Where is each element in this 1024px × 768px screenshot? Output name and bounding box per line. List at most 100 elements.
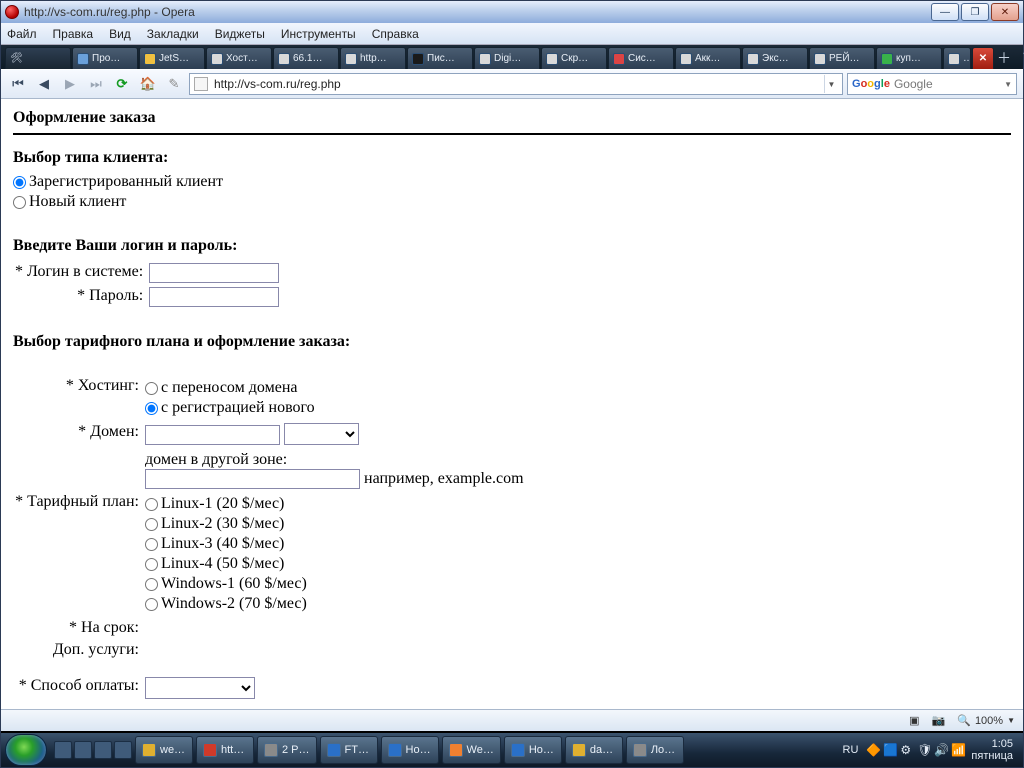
close-tab-button[interactable]: ✕ [972,47,994,69]
close-button[interactable]: ✕ [991,3,1019,21]
tray-icon[interactable]: 🟦 [883,743,897,757]
taskbar-button[interactable]: htt… [196,736,254,764]
radio-plan-3[interactable] [145,538,158,551]
tab[interactable]: http… [340,47,406,69]
maximize-button[interactable]: ❐ [961,3,989,21]
radio-hosting-transfer-label: с переносом домена [161,379,297,397]
menu-widgets[interactable]: Виджеты [215,27,265,41]
taskbar-button[interactable]: We… [442,736,501,764]
search-dropdown-icon[interactable]: ▼ [1004,80,1012,89]
camera-icon[interactable]: ▣ [909,714,919,727]
zoom-control[interactable]: 🔍 100% ▼ [957,714,1015,727]
zoom-icon: 🔍 [957,714,971,727]
home-button[interactable]: 🏠 [137,73,159,95]
address-text: http://vs-com.ru/reg.php [214,77,818,91]
tab[interactable]: … [943,47,971,69]
tray-icon[interactable]: 📶 [951,743,965,757]
address-bar[interactable]: http://vs-com.ru/reg.php ▼ [189,73,843,95]
radio-plan-2-label: Linux-2 (30 $/мес) [161,515,284,533]
menu-file[interactable]: Файл [7,27,37,41]
tab[interactable]: Экс… [742,47,808,69]
tab[interactable]: Хост… [206,47,272,69]
window-title: http://vs-com.ru/reg.php - Opera [24,5,931,19]
tab[interactable]: куп… [876,47,942,69]
tab[interactable]: Про… [72,47,138,69]
radio-plan-4[interactable] [145,558,158,571]
tray-icons: 🔶 🟦 ⚙ 🛡 🔊 📶 [866,743,965,757]
wand-button[interactable]: ✎ [163,73,185,95]
tab[interactable]: Сис… [608,47,674,69]
payment-select[interactable] [145,677,255,699]
tab[interactable]: JetS… [139,47,205,69]
domain-input[interactable] [145,425,280,445]
forward-button[interactable]: ▶ [59,73,81,95]
tab[interactable]: Пис… [407,47,473,69]
tab[interactable]: Скр… [541,47,607,69]
tab[interactable]: Digi… [474,47,540,69]
tab[interactable]: 66.1… [273,47,339,69]
tray-icon[interactable]: 🔊 [934,743,948,757]
ql-icon[interactable] [114,741,132,759]
tab[interactable]: РЕЙ… [809,47,875,69]
menu-help[interactable]: Справка [372,27,419,41]
tray-icon[interactable]: 🛡 [917,743,931,757]
fastforward-button[interactable]: ⏭ [85,73,107,95]
tray-icon[interactable]: ⚙ [900,743,914,757]
domain-zone-select[interactable] [284,423,359,445]
tray-icon[interactable]: 🔶 [866,743,880,757]
rewind-button[interactable]: ⏮ [7,73,29,95]
login-input[interactable] [149,263,279,283]
menu-bookmarks[interactable]: Закладки [147,27,199,41]
radio-plan-5[interactable] [145,578,158,591]
taskbar-button[interactable]: Ho… [504,736,562,764]
taskbar-button[interactable]: we… [135,736,193,764]
search-bar[interactable]: Google Google Google ▼ [847,73,1017,95]
domain-alt-input[interactable] [145,469,360,489]
ql-icon[interactable] [74,741,92,759]
tab[interactable]: Акк… [675,47,741,69]
window-buttons: — ❐ ✕ [931,3,1019,21]
address-dropdown[interactable]: ▼ [824,75,838,93]
radio-plan-2[interactable] [145,518,158,531]
ql-icon[interactable] [54,741,72,759]
password-label: * Пароль: [13,285,147,309]
start-button[interactable] [5,734,47,766]
radio-hosting-register[interactable] [145,402,158,415]
quicklaunch [54,741,132,759]
domain-alt-label: домен в другой зоне: [145,451,524,469]
taskbar-button[interactable]: FT… [320,736,378,764]
radio-new[interactable] [13,196,26,209]
language-indicator[interactable]: RU [841,742,861,758]
menu-tools[interactable]: Инструменты [281,27,356,41]
toolbar: ⏮ ◀ ▶ ⏭ ⟳ 🏠 ✎ http://vs-com.ru/reg.php ▼… [1,69,1023,99]
radio-registered-label: Зарегистрированный клиент [29,173,223,191]
minimize-button[interactable]: — [931,3,959,21]
taskbar-button[interactable]: 2 P… [257,736,317,764]
reload-button[interactable]: ⟳ [111,73,133,95]
ql-icon[interactable] [94,741,112,759]
back-button[interactable]: ◀ [33,73,55,95]
taskbar-button[interactable]: Ho… [381,736,439,764]
zoom-dropdown-icon[interactable]: ▼ [1007,716,1015,725]
clock-day: пятница [971,750,1013,762]
new-tab-button[interactable]: ＋ [995,49,1013,67]
wrench-button[interactable]: 🛠 [5,47,71,69]
taskbar-button[interactable]: Ло… [626,736,684,764]
radio-hosting-register-label: с регистрацией нового [161,399,315,417]
clock[interactable]: 1:05 пятница [971,738,1013,762]
menu-edit[interactable]: Правка [53,27,94,41]
camera2-icon[interactable]: 📷 [932,714,946,727]
menu-view[interactable]: Вид [109,27,131,41]
radio-hosting-transfer[interactable] [145,382,158,395]
login-table: * Логин в системе: * Пароль: [13,261,281,309]
password-input[interactable] [149,287,279,307]
radio-plan-1[interactable] [145,498,158,511]
payment-label: * Способ оплаты: [13,675,143,701]
menubar: Файл Правка Вид Закладки Виджеты Инструм… [1,23,1023,45]
plan-section-title: Выбор тарифного плана и оформление заказ… [13,333,1011,351]
taskbar-button[interactable]: da… [565,736,623,764]
radio-new-label: Новый клиент [29,193,126,211]
radio-registered[interactable] [13,176,26,189]
plan-label: * Тарифный план: [13,491,143,617]
radio-plan-6[interactable] [145,598,158,611]
